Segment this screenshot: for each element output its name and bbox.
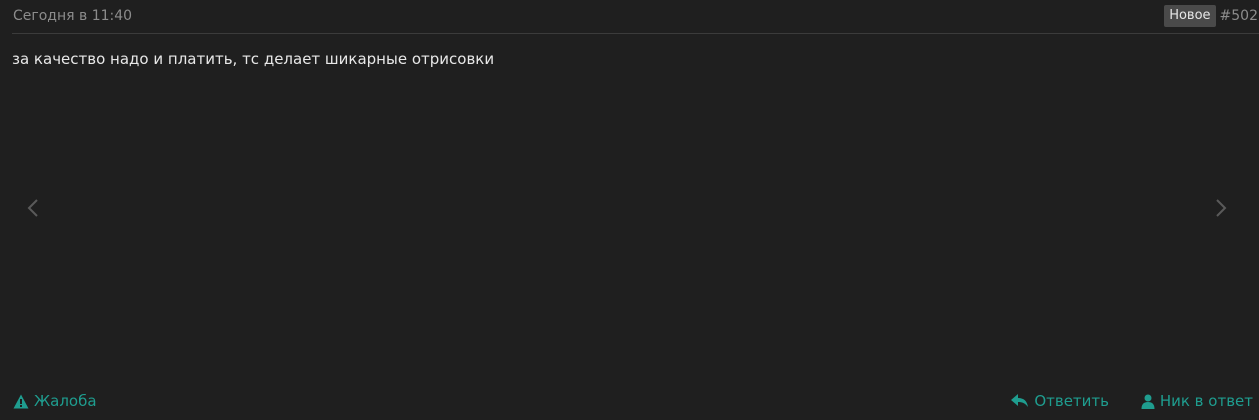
- reply-arrow-icon: [1011, 394, 1029, 407]
- previous-button[interactable]: [19, 194, 47, 222]
- report-label: Жалоба: [34, 392, 97, 410]
- post-footer: Жалоба Ответить Ник в ответ: [0, 386, 1259, 420]
- reply-button[interactable]: Ответить: [1011, 392, 1109, 410]
- chevron-right-icon: [1216, 199, 1227, 217]
- post-message: за качество надо и платить, тс делает ши…: [12, 50, 495, 68]
- user-icon: [1141, 394, 1155, 409]
- new-badge: Новое: [1164, 5, 1216, 27]
- reply-label: Ответить: [1034, 392, 1109, 410]
- report-button[interactable]: Жалоба: [13, 392, 97, 410]
- chevron-left-icon: [27, 199, 38, 217]
- post-date-link[interactable]: Сегодня в 11:40: [13, 8, 132, 24]
- forum-post: Сегодня в 11:40 Новое #502 за качество н…: [0, 0, 1259, 420]
- post-header: Сегодня в 11:40 Новое #502: [12, 0, 1259, 34]
- post-number-link[interactable]: #502: [1220, 8, 1259, 24]
- next-button[interactable]: [1207, 194, 1235, 222]
- post-meta: Новое #502: [1164, 5, 1259, 27]
- nick-reply-label: Ник в ответ: [1159, 392, 1253, 410]
- nick-reply-button[interactable]: Ник в ответ: [1141, 392, 1253, 410]
- warning-triangle-icon: [13, 394, 29, 408]
